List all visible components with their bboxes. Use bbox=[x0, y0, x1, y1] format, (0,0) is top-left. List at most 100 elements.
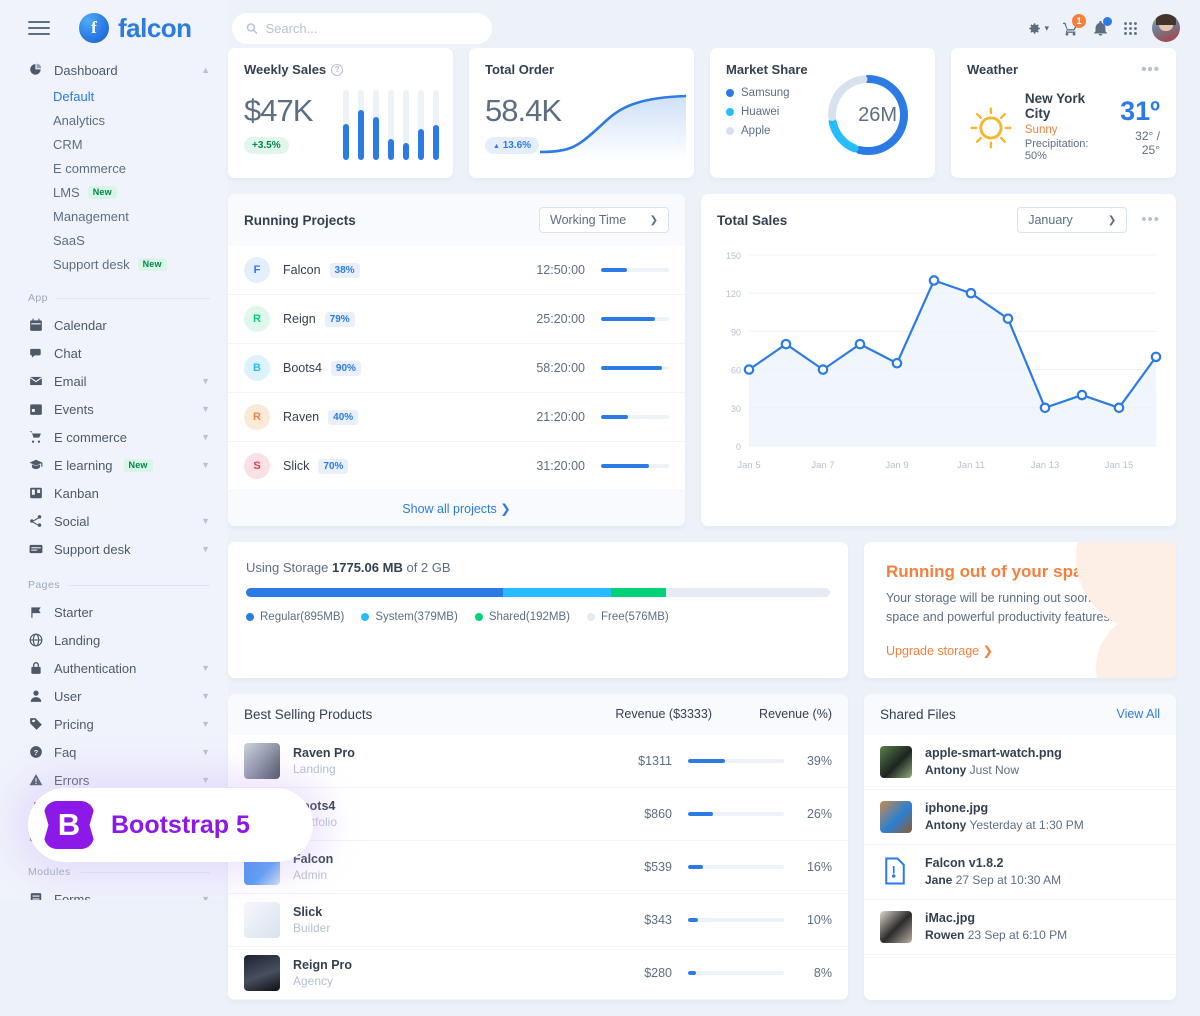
shared-file-row[interactable]: iphone.jpg Antony Yesterday at 1:30 PM bbox=[864, 790, 1176, 845]
grid-apps-icon[interactable] bbox=[1122, 20, 1139, 37]
sidebar-item-dashboard[interactable]: Dashboard ▲ bbox=[0, 56, 228, 84]
x-axis-tick: Jan 15 bbox=[1105, 460, 1134, 471]
sidebar-item-starter[interactable]: Starter bbox=[0, 598, 228, 626]
project-row[interactable]: F Falcon 38% 12:50:00 bbox=[228, 246, 685, 295]
product-row[interactable]: Raven Pro Landing $1311 39% bbox=[228, 735, 848, 788]
chevron-down-icon[interactable]: ▼ bbox=[201, 544, 210, 554]
shared-file-row[interactable]: Falcon v1.8.2 Jane 27 Sep at 10:30 AM bbox=[864, 845, 1176, 900]
best-selling-title: Best Selling Products bbox=[244, 706, 373, 722]
project-row[interactable]: R Reign 79% 25:20:00 bbox=[228, 295, 685, 344]
sidebar-item-chat[interactable]: Chat bbox=[0, 339, 228, 367]
sidebar-item-pricing[interactable]: Pricing ▼ bbox=[0, 710, 228, 738]
cart-badge: 1 bbox=[1072, 13, 1086, 28]
best-selling-products-card: Best Selling Products Revenue ($3333) Re… bbox=[228, 693, 848, 1000]
sidebar-item-calendar[interactable]: Calendar bbox=[0, 311, 228, 339]
sidebar-item-faq[interactable]: ? Faq ▼ bbox=[0, 738, 228, 766]
product-row[interactable]: Boots4 Portfolio $860 26% bbox=[228, 788, 848, 841]
show-all-projects-link[interactable]: Show all projects ❯ bbox=[402, 502, 510, 516]
bootstrap-5-badge[interactable]: B Bootstrap 5 bbox=[28, 788, 313, 862]
hamburger-icon[interactable] bbox=[28, 21, 50, 35]
bell-icon[interactable] bbox=[1092, 16, 1112, 37]
sidebar-subitem-analytics[interactable]: Analytics bbox=[0, 108, 228, 132]
chevron-down-icon[interactable]: ▼ bbox=[201, 719, 210, 729]
chevron-down-icon[interactable]: ▼ bbox=[201, 775, 210, 785]
product-row[interactable]: Slick Builder $343 10% bbox=[228, 894, 848, 947]
chevron-down-icon[interactable]: ▼ bbox=[201, 747, 210, 757]
sidebar-item-events[interactable]: Events ▼ bbox=[0, 395, 228, 423]
gear-icon[interactable]: ▾ bbox=[1025, 20, 1049, 37]
shopping-cart-icon[interactable]: 1 bbox=[1062, 13, 1086, 37]
project-time: 12:50:00 bbox=[536, 263, 585, 277]
chevron-down-icon[interactable]: ▼ bbox=[201, 404, 210, 414]
sidebar-item-e-learning[interactable]: E learning New ▼ bbox=[0, 451, 228, 479]
data-point[interactable] bbox=[854, 338, 866, 350]
sidebar-subitem-support-desk[interactable]: Support desk New bbox=[0, 252, 228, 276]
product-row[interactable]: Falcon Admin $539 16% bbox=[228, 841, 848, 894]
ellipsis-icon[interactable]: ••• bbox=[1141, 62, 1160, 77]
sidebar-subitem-default[interactable]: Default bbox=[0, 84, 228, 108]
view-all-link[interactable]: View All bbox=[1116, 707, 1160, 721]
project-time: 31:20:00 bbox=[536, 459, 585, 473]
project-row[interactable]: R Raven 40% 21:20:00 bbox=[228, 393, 685, 442]
data-point[interactable] bbox=[928, 275, 940, 286]
weather-body: New York City Sunny Precipitation: 50% 3… bbox=[967, 91, 1160, 162]
sidebar-item-landing[interactable]: Landing bbox=[0, 626, 228, 654]
file-document-icon bbox=[885, 857, 905, 884]
y-axis-tick: 120 bbox=[726, 289, 741, 299]
upgrade-storage-link[interactable]: Upgrade storage ❯ bbox=[886, 643, 993, 658]
data-point[interactable] bbox=[743, 364, 755, 375]
data-point[interactable] bbox=[1150, 351, 1162, 363]
product-category: Admin bbox=[293, 868, 328, 882]
sidebar-item-user[interactable]: User ▼ bbox=[0, 682, 228, 710]
events-calendar-icon bbox=[28, 402, 43, 417]
sidebar-subitem-e-commerce[interactable]: E commerce bbox=[0, 156, 228, 180]
sidebar-subitem-crm[interactable]: CRM bbox=[0, 132, 228, 156]
ellipsis-icon[interactable]: ••• bbox=[1141, 212, 1160, 227]
data-point[interactable] bbox=[780, 338, 792, 350]
project-row[interactable]: S Slick 70% 31:20:00 bbox=[228, 442, 685, 491]
data-point[interactable] bbox=[965, 287, 977, 299]
sidebar-subitem-lms[interactable]: LMS New bbox=[0, 180, 228, 204]
data-point[interactable] bbox=[1039, 402, 1051, 414]
sidebar-item-kanban[interactable]: Kanban bbox=[0, 479, 228, 507]
sidebar-subitem-saas[interactable]: SaaS bbox=[0, 228, 228, 252]
search-input[interactable] bbox=[265, 20, 478, 36]
product-row[interactable]: Reign Pro Agency $280 8% bbox=[228, 947, 848, 1000]
month-select[interactable]: January ❯ bbox=[1017, 207, 1128, 233]
sidebar-item-authentication[interactable]: Authentication ▼ bbox=[0, 654, 228, 682]
bar-column bbox=[418, 90, 424, 160]
brand-logo[interactable]: f falcon bbox=[79, 13, 192, 44]
search-box[interactable] bbox=[231, 12, 492, 44]
sidebar-item-forms[interactable]: Forms ▼ bbox=[0, 885, 228, 900]
chevron-down-icon[interactable]: ▼ bbox=[201, 516, 210, 526]
sidebar-item-email[interactable]: Email ▼ bbox=[0, 367, 228, 395]
sidebar-item-e-commerce[interactable]: E commerce ▼ bbox=[0, 423, 228, 451]
sidebar-item-label: Kanban bbox=[54, 485, 99, 501]
working-time-select[interactable]: Working Time ❯ bbox=[539, 207, 669, 233]
sidebar-subitem-management[interactable]: Management bbox=[0, 204, 228, 228]
shared-file-row[interactable]: iMac.jpg Rowen 23 Sep at 6:10 PM bbox=[864, 900, 1176, 955]
question-circle-icon: ? bbox=[29, 746, 42, 758]
chevron-down-icon[interactable]: ▼ bbox=[201, 663, 210, 673]
data-point[interactable] bbox=[1113, 402, 1125, 414]
project-row[interactable]: B Boots4 90% 58:20:00 bbox=[228, 344, 685, 393]
pie-chart-icon bbox=[28, 63, 43, 78]
info-circle-icon[interactable]: ? bbox=[331, 63, 344, 76]
chevron-down-icon[interactable]: ▼ bbox=[201, 376, 210, 386]
user-icon bbox=[28, 689, 43, 704]
chevron-down-icon[interactable]: ▼ bbox=[201, 460, 210, 470]
data-point[interactable] bbox=[891, 357, 903, 369]
chevron-down-icon[interactable]: ▼ bbox=[201, 894, 210, 900]
chevron-down-icon[interactable]: ▼ bbox=[201, 432, 210, 442]
data-point[interactable] bbox=[1002, 313, 1014, 324]
user-avatar[interactable] bbox=[1152, 14, 1180, 42]
shared-file-row[interactable]: apple-smart-watch.png Antony Just Now bbox=[864, 735, 1176, 790]
data-point[interactable] bbox=[1076, 389, 1088, 401]
chevron-up-icon[interactable]: ▲ bbox=[201, 65, 210, 75]
storage-legend-item: Regular(895MB) bbox=[246, 611, 344, 623]
sidebar-subitem-label: E commerce bbox=[53, 160, 126, 176]
sidebar-item-social[interactable]: Social ▼ bbox=[0, 507, 228, 535]
chevron-down-icon[interactable]: ▼ bbox=[201, 691, 210, 701]
data-point[interactable] bbox=[817, 364, 829, 375]
sidebar-item-support-desk[interactable]: Support desk ▼ bbox=[0, 535, 228, 563]
